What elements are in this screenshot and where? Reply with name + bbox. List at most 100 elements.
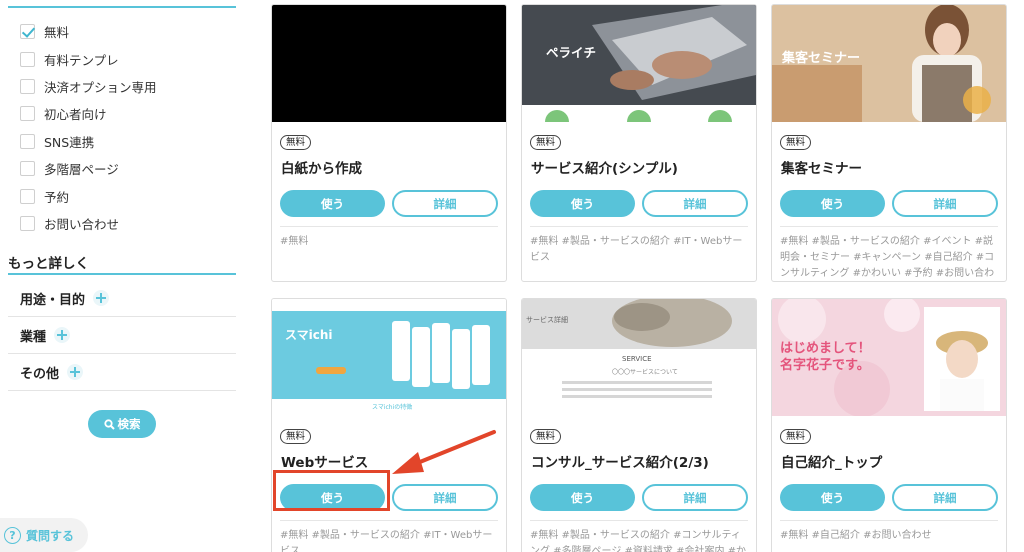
template-card-service-simple[interactable]: ペライチ 無料 サービス紹介(シンプル) 使う 詳細 #無料 #製品・サービスの… [521,4,757,282]
plus-icon[interactable] [67,364,84,380]
detail-button[interactable]: 詳細 [392,190,498,217]
thumbnail-subheading: 〇〇〇サービスについて [612,369,678,376]
filter-checkbox-list: 無料 有料テンプレ 決済オプション専用 初心者向け SNS連携 多階層ページ 予… [20,18,157,237]
filter-item-sns[interactable]: SNS連携 [20,128,157,155]
help-button-label: 質問する [26,528,75,543]
free-badge: 無料 [530,135,562,150]
template-title: コンサル_サービス紹介(2/3) [531,455,709,471]
accordion-purpose[interactable]: 用途・目的 [8,280,236,317]
filter-label: 多階層ページ [44,162,119,178]
checkbox-icon[interactable] [20,78,35,94]
template-tags: #無料 [280,236,309,247]
template-tags: #無料 #製品・サービスの紹介 #コンサルティング #多階層ページ #資料請求 … [530,530,747,552]
template-thumbnail[interactable]: はじめまして！ 名字花子です。 [772,299,1006,416]
free-badge: 無料 [530,429,562,444]
free-badge: 無料 [780,135,812,150]
thumbnail-text: 集客セミナー [782,51,861,66]
checkbox-icon[interactable] [20,51,35,67]
filter-label: 無料 [44,25,70,41]
smartphone-mockup-image [272,311,506,399]
use-button[interactable]: 使う [780,484,885,511]
detail-button[interactable]: 詳細 [642,190,748,217]
template-thumbnail[interactable]: ペライチ [522,5,756,122]
template-card-seminar[interactable]: 集客セミナー 無料 集客セミナー 使う 詳細 #無料 #製品・サービスの紹介 #… [771,4,1007,282]
thumbnail-text: スマichi [285,328,333,342]
template-thumbnail[interactable]: 集客セミナー [772,5,1006,122]
template-tags: #無料 #製品・サービスの紹介 #イベント #説明会・セミナー #キャンペーン … [780,236,995,279]
checkbox-checked-icon[interactable] [20,24,35,40]
thumbnail-text: サービス詳細 [526,316,568,324]
filter-label: 決済オプション専用 [44,79,157,95]
plus-icon[interactable] [54,327,71,343]
annotation-arrow-icon [392,430,496,474]
accordion-other[interactable]: その他 [8,354,236,391]
card-divider [780,226,998,227]
annotation-highlight-box [273,470,390,511]
help-button[interactable]: ? 質問する [0,518,88,552]
checkbox-icon[interactable] [20,215,35,231]
filter-sidebar: 無料 有料テンプレ 決済オプション専用 初心者向け SNS連携 多階層ページ 予… [0,0,236,552]
template-thumbnail[interactable]: サービス詳細 SERVICE 〇〇〇サービスについて [522,299,756,416]
use-button[interactable]: 使う [280,190,385,217]
filter-item-payment-option[interactable]: 決済オプション専用 [20,73,157,100]
template-thumbnail[interactable]: スマichi スマichiの特徴 [272,299,506,416]
detail-button[interactable]: 詳細 [642,484,748,511]
template-tags: #無料 #自己紹介 #お問い合わせ [780,530,932,541]
detail-button[interactable]: 詳細 [392,484,498,511]
template-title: Webサービス [281,455,369,471]
card-divider [280,226,498,227]
search-icon [103,418,115,430]
thumbnail-text: 名字花子です。 [780,358,870,373]
free-badge: 無料 [280,429,312,444]
free-badge: 無料 [780,429,812,444]
filter-label: SNS連携 [44,134,95,150]
filter-item-multi-page[interactable]: 多階層ページ [20,155,157,182]
card-divider [530,520,748,521]
filter-item-free[interactable]: 無料 [20,18,157,45]
detail-button[interactable]: 詳細 [892,190,998,217]
search-button[interactable]: 検索 [88,410,156,438]
template-tags: #無料 #製品・サービスの紹介 #IT・Webサービス [530,236,743,263]
more-filters-heading: もっと詳しく [8,256,89,272]
checkbox-icon[interactable] [20,161,35,177]
template-card-web-service[interactable]: スマichi スマichiの特徴 無料 Webサービス 使う 詳細 #無料 #製… [271,298,507,552]
accordion-label: 用途・目的 [20,292,86,308]
card-divider [530,226,748,227]
thumbnail-heading: SERVICE [622,355,652,363]
filter-label: お問い合わせ [44,216,120,232]
sidebar-top-divider [8,6,236,8]
detail-button[interactable]: 詳細 [892,484,998,511]
thumbnail-text: ペライチ [546,45,597,60]
filter-item-reservation[interactable]: 予約 [20,182,157,209]
question-icon: ? [4,526,21,544]
template-tags: #無料 #製品・サービスの紹介 #IT・Webサービス [280,530,493,552]
template-card-consulting[interactable]: サービス詳細 SERVICE 〇〇〇サービスについて 無料 コンサル_サービス紹… [521,298,757,552]
thumbnail-caption: スマichiの特徴 [372,404,413,411]
plus-icon[interactable] [93,290,110,306]
filter-item-contact[interactable]: お問い合わせ [20,210,157,237]
filter-label: 予約 [44,189,70,205]
filter-item-beginner[interactable]: 初心者向け [20,100,157,127]
template-title: 自己紹介_トップ [781,455,883,471]
filter-label: 初心者向け [44,107,107,123]
accordion-label: 業種 [20,329,47,345]
free-badge: 無料 [280,135,312,150]
checkbox-icon[interactable] [20,133,35,149]
accordion-label: その他 [20,366,60,382]
more-filters-divider [8,273,236,275]
use-button[interactable]: 使う [530,484,635,511]
template-card-self-intro[interactable]: はじめまして！ 名字花子です。 無料 自己紹介_トップ 使う 詳細 #無料 #自… [771,298,1007,552]
template-title: サービス紹介(シンプル) [531,161,678,177]
card-divider [780,520,998,521]
checkbox-icon[interactable] [20,188,35,204]
use-button[interactable]: 使う [530,190,635,217]
filter-item-paid-template[interactable]: 有料テンプレ [20,45,157,72]
template-card-blank[interactable]: 無料 白紙から作成 使う 詳細 #無料 [271,4,507,282]
use-button[interactable]: 使う [780,190,885,217]
laptop-photo-image [522,5,756,122]
checkbox-icon[interactable] [20,106,35,122]
search-button-label: 検索 [117,417,141,431]
filter-label: 有料テンプレ [44,52,119,68]
accordion-industry[interactable]: 業種 [8,317,236,354]
template-thumbnail[interactable] [272,5,506,122]
